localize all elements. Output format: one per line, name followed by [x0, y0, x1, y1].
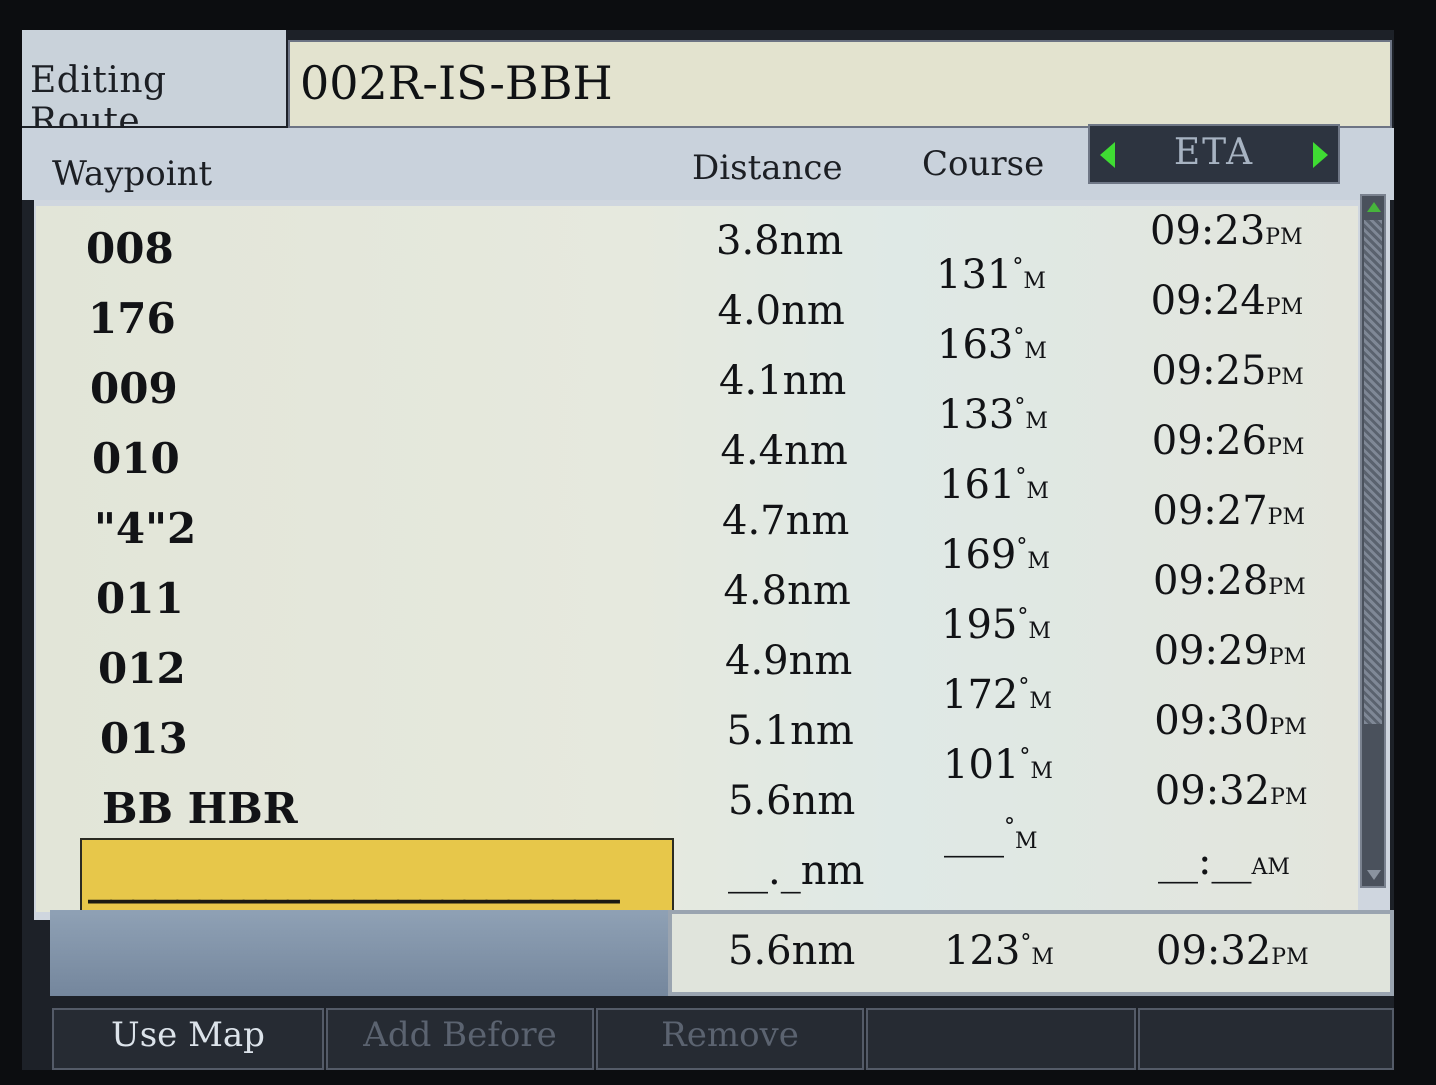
waypoint-eta: 09:25PM — [1151, 348, 1304, 394]
new-waypoint-distance: __._nm — [728, 848, 865, 894]
softkey-bar: Use Map Add Before Remove — [22, 996, 1394, 1070]
waypoint-distance: 4.8nm — [723, 568, 851, 614]
column-selector[interactable]: ETA — [1088, 124, 1340, 184]
scrollbar[interactable] — [1360, 194, 1386, 888]
waypoint-list[interactable]: 008 3.8nm 09:23PM 176 4.0nm 09:24PM 009 4.1nm 09… — [36, 206, 1358, 912]
leg-course: ___°M — [944, 812, 1038, 858]
total-eta: 09:32PM — [1156, 928, 1309, 974]
waypoint-name: 009 — [90, 364, 178, 413]
waypoint-eta: 09:29PM — [1153, 628, 1307, 674]
waypoint-name: BB HBR — [102, 784, 298, 833]
leg-course: 161°M — [939, 462, 1049, 508]
column-header-waypoint: Waypoint — [52, 154, 213, 194]
add-before-button[interactable]: Add Before — [326, 1008, 594, 1070]
waypoint-eta: 09:27PM — [1152, 488, 1306, 534]
waypoint-distance: 5.6nm — [728, 778, 856, 824]
leg-course: 131°M — [936, 252, 1046, 298]
scroll-up-icon[interactable] — [1367, 202, 1381, 212]
total-course: 123°M — [944, 928, 1054, 974]
route-editor-screen: Editing Route 002R-IS-BBH Waypoint Dista… — [22, 30, 1394, 1070]
new-waypoint-field[interactable]: ________________________ — [80, 838, 674, 918]
column-header-course: Course — [922, 144, 1045, 184]
leg-course: 163°M — [937, 322, 1047, 368]
waypoint-name: 008 — [86, 224, 174, 273]
leg-course: 169°M — [940, 532, 1050, 578]
waypoint-distance: 4.1nm — [719, 358, 847, 404]
waypoint-eta: 09:26PM — [1151, 418, 1305, 464]
waypoint-eta: 09:32PM — [1154, 768, 1308, 814]
waypoint-distance: 4.4nm — [720, 428, 848, 474]
waypoint-name: 010 — [92, 434, 180, 483]
waypoint-distance: 4.0nm — [717, 288, 845, 334]
waypoint-distance: 4.9nm — [725, 638, 853, 684]
title-label-box: Editing Route — [22, 30, 286, 142]
waypoint-distance: 3.8nm — [716, 218, 844, 264]
waypoint-distance: 4.7nm — [722, 498, 850, 544]
softkey-5[interactable] — [1138, 1008, 1394, 1070]
route-name: 002R-IS-BBH — [300, 56, 613, 110]
scrollbar-thumb[interactable] — [1364, 220, 1382, 724]
remove-button[interactable]: Remove — [596, 1008, 864, 1070]
arrow-right-icon[interactable] — [1313, 142, 1328, 168]
waypoint-name: 011 — [96, 574, 184, 623]
leg-course: 101°M — [943, 742, 1053, 788]
column-header-distance: Distance — [692, 148, 843, 188]
waypoint-eta: 09:28PM — [1153, 558, 1306, 604]
leg-course: 133°M — [938, 392, 1048, 438]
waypoint-eta: 09:30PM — [1154, 698, 1307, 744]
waypoint-eta: 09:24PM — [1150, 278, 1304, 324]
waypoint-distance: 5.1nm — [726, 708, 854, 754]
waypoint-eta: 09:23PM — [1150, 208, 1303, 254]
column-selector-label: ETA — [1173, 132, 1255, 173]
new-waypoint-placeholder: ________________________ — [88, 858, 620, 904]
total-distance: 5.6nm — [728, 928, 856, 974]
new-waypoint-eta: __:__AM — [1158, 838, 1290, 884]
route-name-field[interactable]: 002R-IS-BBH — [288, 40, 1392, 128]
waypoint-name: 176 — [88, 294, 176, 343]
softkey-4[interactable] — [866, 1008, 1136, 1070]
leg-course: 172°M — [942, 672, 1052, 718]
waypoint-name: "4"2 — [94, 504, 197, 553]
waypoint-name: 013 — [100, 714, 188, 763]
leg-course: 195°M — [941, 602, 1051, 648]
use-map-button[interactable]: Use Map — [52, 1008, 324, 1070]
scroll-down-icon[interactable] — [1367, 870, 1381, 880]
route-totals: 5.6nm 123°M 09:32PM — [668, 910, 1394, 996]
waypoint-name: 012 — [98, 644, 186, 693]
